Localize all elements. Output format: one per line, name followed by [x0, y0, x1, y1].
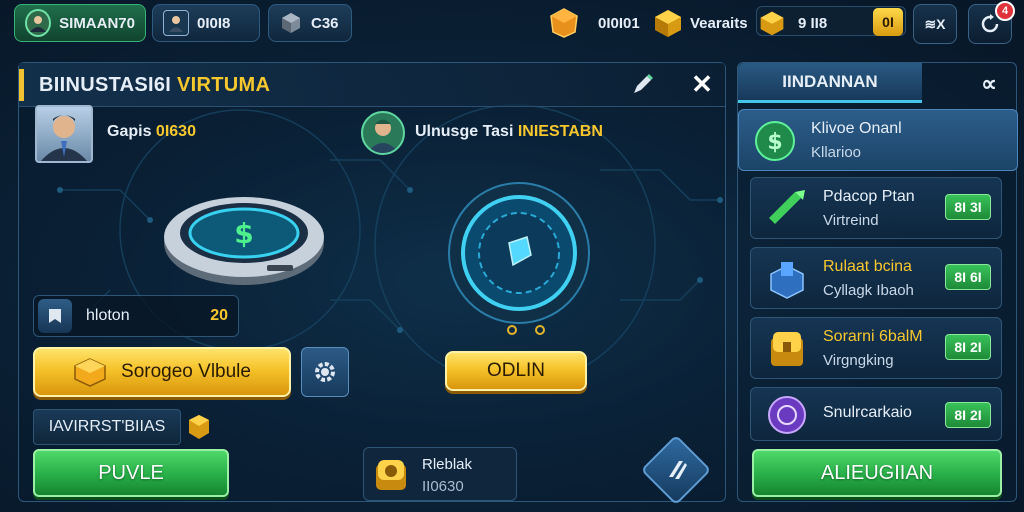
profile-value: 0I630 — [155, 123, 196, 140]
opponent-stat: Ulnusge Tasi INIESTABN — [415, 123, 603, 141]
panel-title-main: BIINUSTASI6I — [39, 74, 172, 96]
side-panel: IINDANNAN ∝ $ Klivoe Onanl Kllarioo Pdac… — [737, 62, 1018, 502]
gold-gem-icon — [550, 8, 578, 38]
center-action-button[interactable]: ODLIN — [445, 351, 587, 391]
gear-icon — [315, 362, 335, 382]
svg-text:$: $ — [234, 217, 253, 250]
player-profile-chip[interactable]: SIMAAN70 — [14, 4, 146, 42]
side-close-icon[interactable]: ∝ — [974, 69, 1004, 99]
item-price: 8I 2I — [945, 402, 991, 428]
item-title: Sorarni 6balM — [823, 328, 923, 345]
green-arrow-icon — [769, 190, 805, 224]
side-item-4[interactable]: Sorarni 6balM Virgngking 8I 2I — [750, 317, 1002, 379]
main-panel: BIINUSTASI6I VIRTUMA ✕ Gapis 0I630 Ulnus… — [18, 62, 726, 506]
resource-label-group[interactable]: Vearaits — [652, 6, 748, 40]
item-subtitle: Kllarioo — [811, 144, 862, 161]
swap-icon: ≋X — [924, 15, 946, 32]
gold-crate-icon — [771, 332, 803, 366]
panel-header: BIINUSTASI6I VIRTUMA ✕ — [19, 63, 725, 107]
item-subtitle: Cyllagk Ibaoh — [823, 282, 914, 299]
resource-value: 9 II8 — [798, 14, 828, 32]
gold-amount: 0I0I01 — [598, 14, 640, 32]
indicator-dot-2 — [535, 325, 545, 335]
item-price: 8I 3I — [945, 194, 991, 220]
opponent-label: Ulnusge Tasi — [415, 123, 514, 140]
info-value: 20 — [210, 307, 228, 324]
resource-badge[interactable]: 0I — [873, 8, 903, 36]
panel-title-accent: VIRTUMA — [177, 74, 271, 96]
settings-button[interactable] — [301, 347, 349, 397]
stat-chip-1[interactable]: 0I0I8 — [152, 4, 260, 42]
resource-value-group[interactable]: 9 II8 — [758, 6, 827, 40]
reward-card[interactable]: Rleblak II0630 — [363, 447, 517, 501]
player-avatar — [25, 9, 52, 37]
stat-chip-2[interactable]: C36 — [268, 4, 352, 42]
edit-icon[interactable] — [629, 71, 657, 99]
stat-value-1: 0I0I8 — [197, 14, 231, 32]
player-portrait — [35, 105, 93, 163]
refresh-button[interactable]: 4 — [968, 1, 1015, 44]
center-action-label: ODLIN — [486, 360, 546, 381]
top-bar: SIMAAN70 0I0I8 C36 0I0I01 Vearaits 9 II8… — [0, 0, 1024, 48]
scroll-icon — [38, 299, 72, 333]
item-subtitle: Virtreind — [823, 212, 879, 229]
opponent-accent: INIESTABN — [517, 123, 603, 140]
item-subtitle: Virgngking — [823, 352, 894, 369]
play-button-label: PUVLE — [98, 461, 164, 484]
indicator-dot-1 — [507, 325, 517, 335]
purple-orb-icon — [768, 396, 806, 434]
sub-tab[interactable]: IAVIRRST'BIIAS — [33, 409, 181, 445]
panel-title: BIINUSTASI6I VIRTUMA — [39, 74, 270, 97]
svg-text:$: $ — [767, 130, 782, 155]
character-avatar — [163, 10, 189, 36]
side-confirm-button[interactable]: ALIEUGIIAN — [752, 449, 1002, 497]
side-item-3[interactable]: Rulaat bcina Cyllagk Ibaoh 8I 6I — [750, 247, 1002, 309]
profile-label: Gapis — [107, 123, 152, 140]
side-item-5[interactable]: Snulrcarkaio 8I 2I — [750, 387, 1002, 441]
gold-badge-icon — [189, 415, 209, 439]
profile-stat: Gapis 0I630 — [107, 123, 196, 141]
gold-stack-icon — [760, 11, 784, 36]
info-row[interactable]: hloton 20 — [33, 295, 239, 337]
side-tab[interactable]: IINDANNAN — [738, 63, 922, 103]
close-icon[interactable]: ✕ — [687, 69, 717, 99]
opponent-portrait — [361, 111, 405, 155]
item-price: 8I 6I — [945, 264, 991, 290]
item-title: Rulaat bcina — [823, 258, 912, 275]
side-item-1[interactable]: $ Klivoe Onanl Kllarioo — [738, 109, 1018, 171]
collapse-button[interactable] — [640, 434, 712, 506]
info-label: hloton — [86, 307, 130, 324]
play-button[interactable]: PUVLE — [33, 449, 229, 497]
gold-box-icon — [74, 358, 106, 387]
side-item-2[interactable]: Pdacop Ptan Virtreind 8I 3I — [750, 177, 1002, 239]
cube-icon — [282, 13, 300, 33]
double-slash-icon — [669, 461, 687, 479]
blue-crate-icon — [770, 262, 804, 299]
currency-dial[interactable]: $ — [159, 181, 329, 291]
stat-value-2: C36 — [311, 14, 339, 32]
primary-action-label: Sorogeo Vlbule — [121, 361, 251, 382]
item-title: Snulrcarkaio — [823, 404, 912, 421]
item-title: Klivoe Onanl — [811, 120, 902, 137]
gem-dial[interactable] — [439, 181, 599, 331]
notification-badge: 4 — [995, 1, 1015, 21]
side-confirm-label: ALIEUGIIAN — [820, 461, 934, 484]
player-name: SIMAAN70 — [59, 14, 135, 32]
reward-value: II0630 — [422, 478, 464, 495]
primary-action-button[interactable]: Sorogeo Vlbule — [33, 347, 291, 397]
item-price: 8I 2I — [945, 334, 991, 360]
gold-ring-icon — [376, 460, 406, 490]
resource-label: Vearaits — [690, 14, 748, 32]
sub-tab-label: IAVIRRST'BIIAS — [48, 418, 166, 435]
swap-button[interactable]: ≋X — [913, 4, 957, 44]
gold-cube-icon — [655, 10, 681, 37]
gold-resource[interactable]: 0I0I01 — [548, 6, 640, 40]
reward-title: Rleblak — [422, 456, 473, 473]
dollar-coin-icon: $ — [755, 121, 795, 161]
item-title: Pdacop Ptan — [823, 188, 915, 205]
